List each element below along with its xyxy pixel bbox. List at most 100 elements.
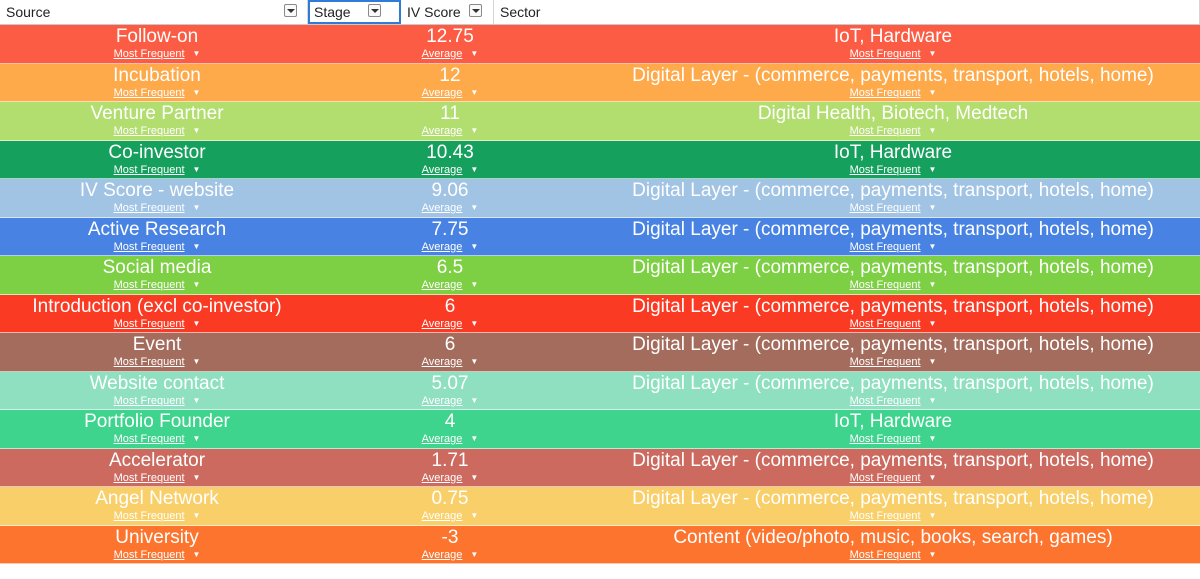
iv-score-cell[interactable]: 1.71 Average ▼ <box>314 449 586 487</box>
source-aggregation-dropdown[interactable]: Most Frequent ▼ <box>0 86 314 100</box>
iv-score-aggregation-dropdown[interactable]: Average ▼ <box>314 201 586 215</box>
sector-cell[interactable]: Digital Layer - (commerce, payments, tra… <box>586 333 1200 371</box>
sector-cell[interactable]: Digital Layer - (commerce, payments, tra… <box>586 218 1200 256</box>
sector-aggregation-dropdown[interactable]: Most Frequent ▼ <box>586 124 1200 138</box>
sector-aggregation-dropdown[interactable]: Most Frequent ▼ <box>586 548 1200 562</box>
iv-score-cell[interactable]: 6 Average ▼ <box>314 295 586 333</box>
caret-down-icon[interactable]: ▼ <box>929 355 937 368</box>
sector-cell[interactable]: Content (video/photo, music, books, sear… <box>586 526 1200 564</box>
caret-down-icon[interactable]: ▼ <box>470 201 478 214</box>
caret-down-icon[interactable]: ▼ <box>193 394 201 407</box>
source-aggregation-dropdown[interactable]: Most Frequent ▼ <box>0 471 314 485</box>
caret-down-icon[interactable]: ▼ <box>929 394 937 407</box>
source-cell[interactable]: Portfolio Founder Most Frequent ▼ <box>0 410 314 448</box>
source-filter-dropdown-icon[interactable] <box>284 4 297 17</box>
source-cell[interactable]: IV Score - website Most Frequent ▼ <box>0 179 314 217</box>
caret-down-icon[interactable]: ▼ <box>929 432 937 445</box>
sector-cell[interactable]: Digital Layer - (commerce, payments, tra… <box>586 372 1200 410</box>
iv-score-aggregation-dropdown[interactable]: Average ▼ <box>314 394 586 408</box>
source-aggregation-dropdown[interactable]: Most Frequent ▼ <box>0 317 314 331</box>
source-aggregation-dropdown[interactable]: Most Frequent ▼ <box>0 240 314 254</box>
sector-aggregation-dropdown[interactable]: Most Frequent ▼ <box>586 163 1200 177</box>
sector-aggregation-dropdown[interactable]: Most Frequent ▼ <box>586 278 1200 292</box>
sector-aggregation-dropdown[interactable]: Most Frequent ▼ <box>586 471 1200 485</box>
source-aggregation-dropdown[interactable]: Most Frequent ▼ <box>0 509 314 523</box>
sector-aggregation-dropdown[interactable]: Most Frequent ▼ <box>586 86 1200 100</box>
column-header-source[interactable]: Source <box>0 0 308 24</box>
caret-down-icon[interactable]: ▼ <box>470 432 478 445</box>
iv-score-cell[interactable]: 9.06 Average ▼ <box>314 179 586 217</box>
sector-aggregation-dropdown[interactable]: Most Frequent ▼ <box>586 432 1200 446</box>
caret-down-icon[interactable]: ▼ <box>193 509 201 522</box>
sector-cell[interactable]: Digital Layer - (commerce, payments, tra… <box>586 295 1200 333</box>
sector-cell[interactable]: Digital Health, Biotech, Medtech Most Fre… <box>586 102 1200 140</box>
caret-down-icon[interactable]: ▼ <box>193 240 201 253</box>
iv-score-aggregation-dropdown[interactable]: Average ▼ <box>314 240 586 254</box>
iv-score-cell[interactable]: 0.75 Average ▼ <box>314 487 586 525</box>
source-aggregation-dropdown[interactable]: Most Frequent ▼ <box>0 548 314 562</box>
iv-score-cell[interactable]: 12.75 Average ▼ <box>314 25 586 63</box>
sector-aggregation-dropdown[interactable]: Most Frequent ▼ <box>586 201 1200 215</box>
caret-down-icon[interactable]: ▼ <box>193 163 201 176</box>
sector-aggregation-dropdown[interactable]: Most Frequent ▼ <box>586 355 1200 369</box>
caret-down-icon[interactable]: ▼ <box>929 278 937 291</box>
caret-down-icon[interactable]: ▼ <box>929 240 937 253</box>
iv-score-cell[interactable]: 11 Average ▼ <box>314 102 586 140</box>
source-cell[interactable]: Active Research Most Frequent ▼ <box>0 218 314 256</box>
sector-cell[interactable]: IoT, Hardware Most Frequent ▼ <box>586 410 1200 448</box>
iv-score-cell[interactable]: 6.5 Average ▼ <box>314 256 586 294</box>
caret-down-icon[interactable]: ▼ <box>929 124 937 137</box>
sector-cell[interactable]: IoT, Hardware Most Frequent ▼ <box>586 25 1200 63</box>
source-cell[interactable]: Venture Partner Most Frequent ▼ <box>0 102 314 140</box>
iv-score-cell[interactable]: 5.07 Average ▼ <box>314 372 586 410</box>
source-aggregation-dropdown[interactable]: Most Frequent ▼ <box>0 201 314 215</box>
source-cell[interactable]: Incubation Most Frequent ▼ <box>0 64 314 102</box>
caret-down-icon[interactable]: ▼ <box>929 47 937 60</box>
caret-down-icon[interactable]: ▼ <box>193 317 201 330</box>
iv-score-aggregation-dropdown[interactable]: Average ▼ <box>314 548 586 562</box>
caret-down-icon[interactable]: ▼ <box>193 86 201 99</box>
iv-score-aggregation-dropdown[interactable]: Average ▼ <box>314 163 586 177</box>
caret-down-icon[interactable]: ▼ <box>470 471 478 484</box>
iv-score-filter-dropdown-icon[interactable] <box>469 4 482 17</box>
source-aggregation-dropdown[interactable]: Most Frequent ▼ <box>0 47 314 61</box>
iv-score-aggregation-dropdown[interactable]: Average ▼ <box>314 509 586 523</box>
source-cell[interactable]: University Most Frequent ▼ <box>0 526 314 564</box>
iv-score-cell[interactable]: 12 Average ▼ <box>314 64 586 102</box>
sector-cell[interactable]: Digital Layer - (commerce, payments, tra… <box>586 449 1200 487</box>
iv-score-aggregation-dropdown[interactable]: Average ▼ <box>314 432 586 446</box>
iv-score-aggregation-dropdown[interactable]: Average ▼ <box>314 278 586 292</box>
source-cell[interactable]: Website contact Most Frequent ▼ <box>0 372 314 410</box>
iv-score-aggregation-dropdown[interactable]: Average ▼ <box>314 124 586 138</box>
iv-score-cell[interactable]: 6 Average ▼ <box>314 333 586 371</box>
iv-score-aggregation-dropdown[interactable]: Average ▼ <box>314 471 586 485</box>
iv-score-aggregation-dropdown[interactable]: Average ▼ <box>314 86 586 100</box>
caret-down-icon[interactable]: ▼ <box>470 47 478 60</box>
source-cell[interactable]: Angel Network Most Frequent ▼ <box>0 487 314 525</box>
sector-aggregation-dropdown[interactable]: Most Frequent ▼ <box>586 394 1200 408</box>
iv-score-aggregation-dropdown[interactable]: Average ▼ <box>314 47 586 61</box>
sector-aggregation-dropdown[interactable]: Most Frequent ▼ <box>586 47 1200 61</box>
caret-down-icon[interactable]: ▼ <box>470 355 478 368</box>
caret-down-icon[interactable]: ▼ <box>929 163 937 176</box>
source-aggregation-dropdown[interactable]: Most Frequent ▼ <box>0 355 314 369</box>
source-cell[interactable]: Introduction (excl co-investor) Most Freq… <box>0 295 314 333</box>
sector-aggregation-dropdown[interactable]: Most Frequent ▼ <box>586 240 1200 254</box>
source-aggregation-dropdown[interactable]: Most Frequent ▼ <box>0 432 314 446</box>
caret-down-icon[interactable]: ▼ <box>470 163 478 176</box>
caret-down-icon[interactable]: ▼ <box>193 548 201 561</box>
caret-down-icon[interactable]: ▼ <box>193 124 201 137</box>
source-cell[interactable]: Co-investor Most Frequent ▼ <box>0 141 314 179</box>
caret-down-icon[interactable]: ▼ <box>470 240 478 253</box>
source-cell[interactable]: Follow-on Most Frequent ▼ <box>0 25 314 63</box>
caret-down-icon[interactable]: ▼ <box>193 201 201 214</box>
caret-down-icon[interactable]: ▼ <box>929 548 937 561</box>
column-header-iv-score[interactable]: IV Score <box>401 0 494 24</box>
caret-down-icon[interactable]: ▼ <box>193 432 201 445</box>
sector-cell[interactable]: Digital Layer - (commerce, payments, tra… <box>586 487 1200 525</box>
iv-score-cell[interactable]: 10.43 Average ▼ <box>314 141 586 179</box>
caret-down-icon[interactable]: ▼ <box>929 317 937 330</box>
iv-score-cell[interactable]: -3 Average ▼ <box>314 526 586 564</box>
caret-down-icon[interactable]: ▼ <box>193 471 201 484</box>
iv-score-cell[interactable]: 7.75 Average ▼ <box>314 218 586 256</box>
